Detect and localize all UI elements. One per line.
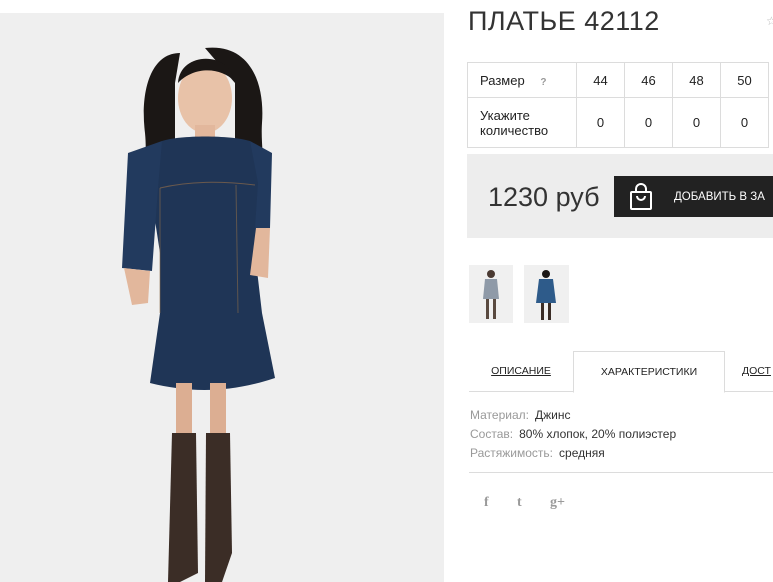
tab-characteristics[interactable]: ХАРАКТЕРИСТИКИ (573, 351, 725, 393)
model-illustration (0, 13, 444, 582)
quantity-input[interactable]: 0 (720, 97, 769, 148)
google-plus-icon[interactable]: g+ (550, 495, 583, 511)
product-main-photo (0, 13, 444, 582)
quantity-input[interactable]: 0 (672, 97, 721, 148)
size-label-cell: Размер ? (467, 62, 577, 98)
tab-delivery[interactable]: ДОСТ (742, 351, 773, 390)
spec-value: Джинс (534, 408, 571, 422)
facebook-icon[interactable]: f (484, 495, 517, 511)
size-row: Размер ? 44 46 48 50 (467, 62, 769, 98)
spec-row: Состав: 80% хлопок, 20% полиэстер (470, 425, 676, 444)
twitter-icon[interactable]: t (517, 495, 550, 511)
spec-row: Материал: Джинс (470, 406, 676, 425)
social-share: f t g+ (484, 495, 583, 511)
quantity-input[interactable]: 0 (576, 97, 625, 148)
product-title: ПЛАТЬЕ 42112 (468, 6, 660, 36)
size-value: 50 (720, 62, 769, 98)
star-icon[interactable]: ☆ (766, 14, 773, 28)
price-box: 1230 руб ДОБАВИТЬ В ЗА (467, 154, 773, 238)
product-price: 1230 руб (488, 182, 600, 212)
spec-value: 80% хлопок, 20% полиэстер (519, 427, 677, 441)
size-quantity-table: Размер ? 44 46 48 50 Укажите количество … (467, 62, 769, 148)
size-value: 46 (624, 62, 673, 98)
add-to-cart-label: ДОБАВИТЬ В ЗА (674, 190, 765, 203)
product-tabs: ОПИСАНИЕ ХАРАКТЕРИСТИКИ ДОСТ (469, 351, 773, 393)
spec-row: Растяжимость: средняя (470, 444, 676, 463)
size-value: 44 (576, 62, 625, 98)
thumbnail-front-view[interactable] (524, 265, 569, 323)
quantity-row: Укажите количество 0 0 0 0 (467, 97, 769, 148)
thumbnail-back-view[interactable] (469, 265, 513, 323)
quantity-label: Укажите количество (467, 97, 577, 148)
spec-key: Состав: (470, 427, 514, 441)
spec-value: средняя (559, 446, 605, 460)
add-to-cart-button[interactable]: ДОБАВИТЬ В ЗА (614, 176, 773, 217)
size-label: Размер (480, 72, 525, 88)
spec-key: Материал: (470, 408, 529, 422)
characteristics-list: Материал: Джинс Состав: 80% хлопок, 20% по… (470, 406, 676, 463)
size-value: 48 (672, 62, 721, 98)
tab-description[interactable]: ОПИСАНИЕ (469, 351, 573, 390)
divider (469, 472, 773, 473)
shopping-bag-icon (622, 182, 660, 211)
size-help-icon[interactable]: ? (540, 77, 546, 88)
quantity-input[interactable]: 0 (624, 97, 673, 148)
spec-key: Растяжимость: (470, 446, 554, 460)
